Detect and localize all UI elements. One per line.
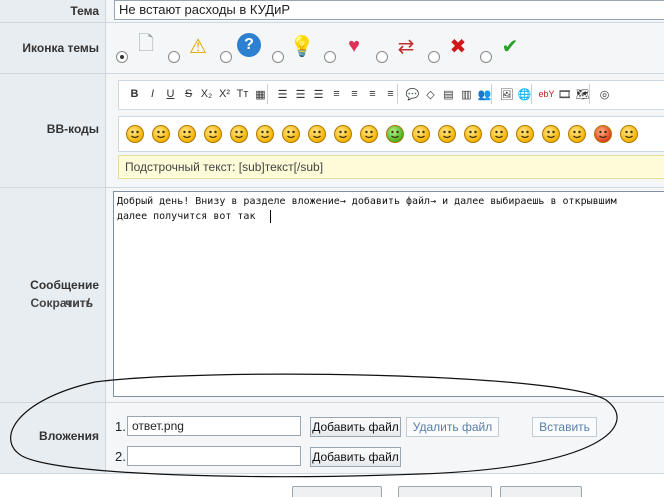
smiley-icon[interactable] (464, 125, 482, 143)
quote-icon[interactable]: 💬 (404, 86, 421, 102)
attachment-1-number: 1. (115, 419, 126, 434)
strikethrough-icon[interactable]: S (180, 86, 197, 102)
smiley-icon[interactable] (568, 125, 586, 143)
icon-radio-1[interactable] (116, 51, 128, 63)
smiley-icon[interactable] (178, 125, 196, 143)
topic-label-cell: Тема (0, 0, 106, 22)
question-icon: ? (237, 33, 261, 57)
bbcode-label: BB-коды (46, 122, 99, 136)
smiley-icon[interactable] (490, 125, 508, 143)
lightbulb-icon: 💡 (289, 35, 315, 58)
attachment-1-insert-button[interactable]: Вставить (532, 417, 597, 437)
exchange-arrows-icon: ⇄ (397, 35, 415, 58)
smiley-icon[interactable] (256, 125, 274, 143)
superscript-icon[interactable]: X² (216, 86, 233, 102)
smiley-icon[interactable] (594, 125, 612, 143)
smiley-icon[interactable] (126, 125, 144, 143)
smiley-icon[interactable] (230, 125, 248, 143)
bbcode-label-cell: BB-коды (0, 74, 106, 187)
indent-icon[interactable]: ☰ (310, 86, 327, 102)
shrink-link[interactable]: Сократить (30, 296, 93, 310)
attachments-label: Вложения (39, 429, 99, 443)
video-icon[interactable]: 🎞 (556, 86, 573, 102)
smiley-icon[interactable] (360, 125, 378, 143)
heart-icon: ♥ (348, 34, 360, 57)
icon-radio-5[interactable] (324, 51, 336, 63)
numbered-list-icon[interactable]: ☰ (292, 86, 309, 102)
smiley-icon[interactable] (516, 125, 534, 143)
attachment-1-file-field[interactable]: ответ.png (127, 416, 301, 436)
italic-icon[interactable]: I (144, 86, 161, 102)
smiley-icon[interactable] (282, 125, 300, 143)
toolbar-separator (531, 84, 532, 104)
table-icon[interactable]: ▤ (440, 86, 457, 102)
bbcode-hint: Подстрочный текст: [sub]текст[/sub] (125, 160, 324, 174)
smiley-icon[interactable] (204, 125, 222, 143)
attachment-2-add-button[interactable]: Добавить файл (310, 447, 401, 467)
font-size-icon[interactable]: Tт (234, 86, 251, 102)
toolbar-separator (589, 84, 590, 104)
message-textarea[interactable]: Добрый день! Внизу в разделе вложение→ д… (113, 191, 664, 397)
topic-label: Тема (70, 4, 99, 18)
message-label-cell: Сообщение чить / Сократить (0, 188, 106, 402)
icon-radio-6[interactable] (376, 51, 388, 63)
icon-radio-4[interactable] (272, 51, 284, 63)
attachments-label-cell: Вложения (0, 403, 106, 473)
smiley-icon[interactable] (438, 125, 456, 143)
align-left-icon[interactable]: ≡ (328, 86, 345, 102)
blank-page-icon: 🗋 (137, 33, 155, 55)
align-center-icon[interactable]: ≡ (346, 86, 363, 102)
icon-radio-8[interactable] (480, 51, 492, 63)
smiley-icon[interactable] (152, 125, 170, 143)
toolbar-separator (491, 84, 492, 104)
align-right-icon[interactable]: ≡ (364, 86, 381, 102)
smiley-icon[interactable] (620, 125, 638, 143)
bbcode-hint-bar: Подстрочный текст: [sub]текст[/sub] (118, 155, 664, 179)
smiley-icon[interactable] (412, 125, 430, 143)
underline-icon[interactable]: U (162, 86, 179, 102)
ebay-icon[interactable]: ebY (538, 86, 555, 102)
message-label: Сообщение (30, 278, 99, 292)
toolbar-separator (267, 84, 268, 104)
web-icon[interactable]: ◎ (596, 86, 613, 102)
attachment-2-number: 2. (115, 449, 126, 464)
smiley-icon[interactable] (308, 125, 326, 143)
smiley-icon[interactable] (542, 125, 560, 143)
icon-radio-2[interactable] (168, 51, 180, 63)
warning-icon: ⚠ (189, 35, 207, 58)
attachment-1-add-button[interactable]: Добавить файл (310, 417, 401, 437)
attachment-2-file-field[interactable] (127, 446, 301, 466)
checkmark-icon: ✔ (501, 35, 519, 58)
icon-label: Иконка темы (22, 41, 99, 55)
code-icon[interactable]: ◇ (422, 86, 439, 102)
image-icon[interactable]: 🖼 (498, 86, 515, 102)
topic-cell: Не встают расходы в КУДиР (106, 0, 664, 22)
topic-row: Тема Не встают расходы в КУДиР (0, 0, 664, 23)
bold-icon[interactable]: B (126, 86, 143, 102)
toolbar-separator (397, 84, 398, 104)
icon-radio-7[interactable] (428, 51, 440, 63)
smiley-icon[interactable] (386, 125, 404, 143)
topic-input[interactable]: Не встают расходы в КУДиР (114, 0, 664, 20)
icon-row: Иконка темы (0, 23, 664, 74)
icon-radio-3[interactable] (220, 51, 232, 63)
red-cross-icon: ✖ (449, 35, 467, 58)
icon-label-cell: Иконка темы (0, 23, 106, 73)
list-icon[interactable]: ☰ (274, 86, 291, 102)
smiley-icon[interactable] (334, 125, 352, 143)
spoiler-icon[interactable]: ▥ (458, 86, 475, 102)
attachment-1-remove-button[interactable]: Удалить файл (406, 417, 499, 437)
text-cursor (270, 210, 271, 223)
subscript-icon[interactable]: X₂ (198, 86, 215, 102)
